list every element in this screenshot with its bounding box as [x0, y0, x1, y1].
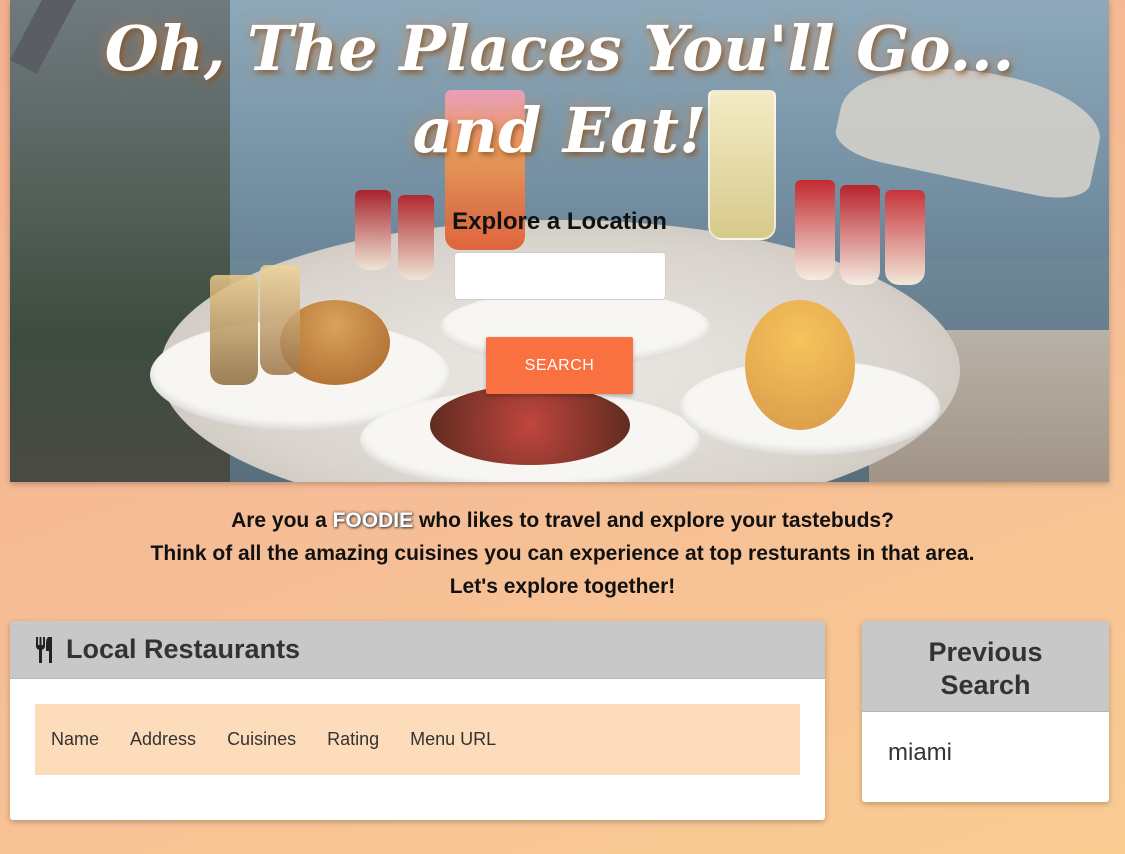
- column-header-name: Name: [51, 729, 100, 749]
- local-restaurants-header: Local Restaurants: [10, 621, 825, 679]
- column-header-rating: Rating: [327, 729, 380, 749]
- previous-search-card: Previous Search miami: [862, 621, 1109, 802]
- local-restaurants-title: Local Restaurants: [66, 634, 301, 664]
- hero-title: Oh, The Places You'll Go... and Eat!: [10, 8, 1109, 172]
- foodie-highlight: FOODIE: [332, 509, 414, 532]
- dessert-glass-image: [260, 265, 300, 375]
- location-search-input[interactable]: [454, 252, 666, 300]
- tagline-line1: Are you a FOODIE who likes to travel and…: [0, 504, 1125, 537]
- tagline-line3: Let's explore together!: [449, 575, 676, 598]
- column-header-cuisines: Cuisines: [227, 729, 297, 749]
- local-restaurants-card: Local Restaurants Name Address Cuisines …: [10, 621, 825, 820]
- hero-banner: Oh, The Places You'll Go... and Eat! Exp…: [10, 0, 1109, 482]
- previous-search-title-line1: Previous: [928, 637, 1043, 667]
- previous-search-item[interactable]: miami: [888, 739, 952, 767]
- tagline: Are you a FOODIE who likes to travel and…: [0, 504, 1125, 603]
- previous-search-header: Previous Search: [862, 621, 1109, 712]
- search-button[interactable]: SEARCH: [486, 337, 633, 394]
- dessert-glass-image: [210, 275, 258, 385]
- tagline-line1-before: Are you a: [231, 509, 327, 532]
- explore-location-label: Explore a Location: [452, 208, 667, 235]
- column-header-address: Address: [130, 729, 197, 749]
- fork-knife-icon: [34, 636, 58, 664]
- tagline-line2: Think of all the amazing cuisines you ca…: [150, 542, 975, 565]
- dessert-glass-image: [885, 190, 925, 285]
- tart-image: [430, 385, 630, 465]
- results-table-header: Name Address Cuisines Rating Menu URL: [35, 704, 800, 775]
- column-header-menu-url: Menu URL: [410, 729, 497, 749]
- scones-image: [745, 300, 855, 430]
- previous-search-title-line2: Search: [940, 670, 1031, 700]
- hero-title-line1: Oh, The Places You'll Go...: [104, 12, 1015, 85]
- hero-title-line2: and Eat!: [412, 94, 707, 167]
- tagline-line1-after: who likes to travel and explore your tas…: [418, 509, 894, 532]
